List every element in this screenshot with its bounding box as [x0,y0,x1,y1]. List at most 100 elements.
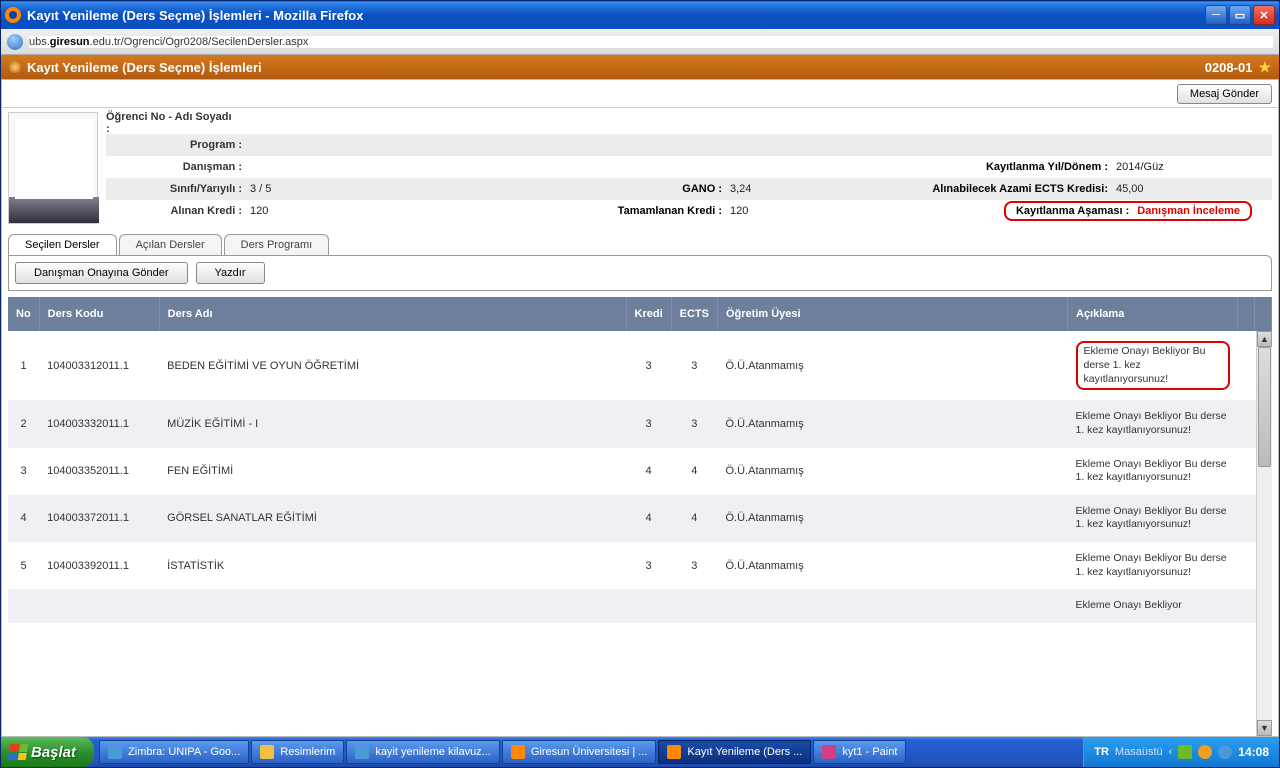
tab-secilen-dersler[interactable]: Seçilen Dersler [8,234,117,255]
app-icon [822,745,836,759]
cell-ad: BEDEN EĞİTİMİ VE OYUN ÖĞRETİMİ [159,331,626,400]
taskbar-item-label: kayit yenileme kilavuz... [375,746,491,758]
danisman-onay-button[interactable]: Danışman Onayına Gönder [15,262,188,284]
tray-icon[interactable] [1178,745,1192,759]
scroll-thumb[interactable] [1258,347,1271,467]
cell-kod: 104003312011.1 [39,331,159,400]
cell-no: 3 [8,448,39,495]
table-row: 4104003372011.1GÖRSEL SANATLAR EĞİTİMİ44… [8,495,1272,542]
table-row: Ekleme Onayı Bekliyor [8,589,1272,623]
maximize-button[interactable]: ▭ [1229,5,1251,25]
app-icon [355,745,369,759]
taskbar-item[interactable]: Zimbra: UNIPA - Goo... [99,740,249,764]
student-photo [8,112,98,224]
cell-no: 5 [8,542,39,589]
app-icon [667,745,681,759]
cell-ad: MÜZİK EĞİTİMİ - I [159,400,626,447]
taskbar-item-label: Resimlerim [280,746,335,758]
cell-ogretim: Ö.Ü.Atanmamış [718,495,1068,542]
start-button[interactable]: Başlat [1,737,94,767]
cell-ogretim: Ö.Ü.Atanmamış [718,448,1068,495]
value-sinif: 3 / 5 [246,183,586,195]
cell-ad: İSTATİSTİK [159,542,626,589]
th-aciklama: Açıklama [1068,297,1238,331]
th-ad: Ders Adı [159,297,626,331]
bullet-icon [9,61,21,73]
value-kayit-yil: 2014/Güz [1112,161,1272,173]
clock[interactable]: 14:08 [1238,745,1269,759]
cell-kod: 104003352011.1 [39,448,159,495]
window-title: Kayıt Yenileme (Ders Seçme) İşlemleri - … [27,8,1205,23]
cell-ects: 3 [671,400,717,447]
cell-ects: 4 [671,495,717,542]
page-header: Kayıt Yenileme (Ders Seçme) İşlemleri 02… [1,55,1279,79]
th-extra2 [1255,297,1272,331]
status-box: Kayıtlanma Aşaması : Danışman İnceleme [1004,201,1252,221]
yazdir-button[interactable]: Yazdır [196,262,265,284]
taskbar-item[interactable]: kyt1 - Paint [813,740,906,764]
label-alinan: Alınan Kredi : [106,205,246,217]
address-bar[interactable]: ubs.giresun.edu.tr/Ogrenci/Ogr0208/Secil… [1,29,1279,55]
value-azami: 45,00 [1112,183,1272,195]
th-ects: ECTS [671,297,717,331]
taskbar-item[interactable]: Kayıt Yenileme (Ders ... [658,740,811,764]
cell-kredi: 4 [626,495,671,542]
cell-aciklama: Ekleme Onayı Bekliyor Bu derse 1. kez ka… [1068,448,1238,495]
app-icon [260,745,274,759]
cell-aciklama: Ekleme Onayı Bekliyor [1068,589,1238,623]
taskbar-item[interactable]: Resimlerim [251,740,344,764]
cell-kod: 104003372011.1 [39,495,159,542]
tab-ders-programi[interactable]: Ders Programı [224,234,330,255]
scroll-down-icon[interactable]: ▼ [1257,720,1272,736]
cell-aciklama: Ekleme Onayı Bekliyor Bu derse 1. kez ka… [1068,495,1238,542]
cell-ogretim: Ö.Ü.Atanmamış [718,331,1068,400]
cell-extra [1238,448,1255,495]
taskbar-item-label: Kayıt Yenileme (Ders ... [687,746,802,758]
tab-acilan-dersler[interactable]: Açılan Dersler [119,234,222,255]
table-row: 5104003392011.1İSTATİSTİK33Ö.Ü.Atanmamış… [8,542,1272,589]
vertical-scrollbar[interactable]: ▲ ▼ [1256,331,1272,736]
value-alinan: 120 [246,205,586,217]
taskbar-item-label: Zimbra: UNIPA - Goo... [128,746,240,758]
close-button[interactable]: ✕ [1253,5,1275,25]
tray-icon[interactable] [1218,745,1232,759]
taskbar-item[interactable]: kayit yenileme kilavuz... [346,740,500,764]
globe-icon [7,34,23,50]
app-icon [511,745,525,759]
taskbar-item[interactable]: Giresun Üniversitesi | ... [502,740,657,764]
scroll-up-icon[interactable]: ▲ [1257,331,1272,347]
cell-kod: 104003332011.1 [39,400,159,447]
value-tamamlanan: 120 [726,205,1004,217]
cell-aciklama: Ekleme Onayı Bekliyor Bu derse 1. kez ka… [1068,542,1238,589]
cell-kredi: 3 [626,400,671,447]
label-sinif: Sınıfı/Yarıyılı : [106,183,246,195]
tray-chevron-icon[interactable]: ‹ [1169,746,1173,758]
url-text: ubs.giresun.edu.tr/Ogrenci/Ogr0208/Secil… [29,36,1273,48]
th-kredi: Kredi [626,297,671,331]
cell-kredi: 3 [626,331,671,400]
star-icon: ★ [1258,59,1271,76]
th-ogretim: Öğretim Üyesi [718,297,1068,331]
firefox-icon [5,7,21,23]
taskbar-item-label: kyt1 - Paint [842,746,897,758]
minimize-button[interactable]: ─ [1205,5,1227,25]
cell-no: 2 [8,400,39,447]
cell-aciklama: Ekleme Onayı Bekliyor Bu derse 1. kez ka… [1068,331,1238,400]
cell-ects: 3 [671,331,717,400]
label-danisman: Danışman : [106,161,246,173]
label-kayit-yil: Kayıtlanma Yıl/Dönem : [986,161,1112,173]
table-row: 1104003312011.1BEDEN EĞİTİMİ VE OYUN ÖĞR… [8,331,1272,400]
cell-kod: 104003392011.1 [39,542,159,589]
cell-ects: 3 [671,542,717,589]
tray-icon[interactable] [1198,745,1212,759]
language-indicator[interactable]: TR [1094,746,1109,758]
th-kod: Ders Kodu [39,297,159,331]
cell-extra [1238,400,1255,447]
system-tray: TR Masaüstü ‹ 14:08 [1083,737,1279,767]
label-ogrenci: Öğrenci No - Adı Soyadı : [106,111,236,135]
app-icon [108,745,122,759]
desktop-label[interactable]: Masaüstü [1115,746,1163,758]
cell-ogretim: Ö.Ü.Atanmamış [718,400,1068,447]
value-asama: Danışman İnceleme [1137,205,1240,217]
mesaj-gonder-button[interactable]: Mesaj Gönder [1177,84,1272,104]
